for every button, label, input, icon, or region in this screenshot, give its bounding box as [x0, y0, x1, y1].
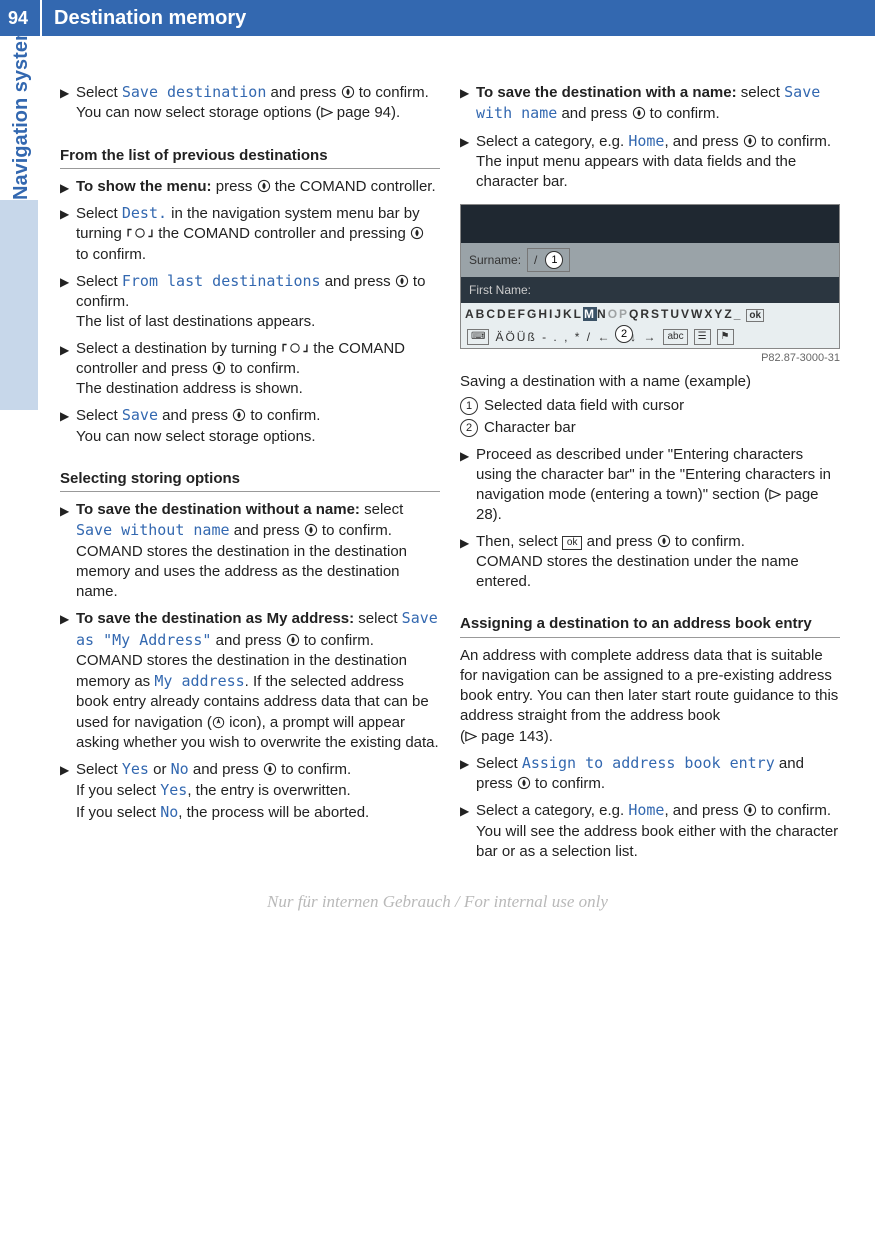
- step-select-destination: ▶ Select a destination by turning the CO…: [60, 339, 440, 400]
- menu-no: No: [171, 760, 189, 778]
- footer-watermark: Nur für internen Gebrauch / For internal…: [0, 892, 875, 922]
- step-marker-icon: ▶: [60, 203, 76, 265]
- field-firstname: First Name:: [461, 277, 839, 303]
- step-marker-icon: ▶: [460, 445, 476, 526]
- menu-save-without-name: Save without name: [76, 521, 230, 539]
- step-select-ok: ▶ Then, select ok and press to confirm. …: [460, 532, 840, 593]
- side-tab-label: Navigation system: [10, 23, 33, 200]
- page-ref-icon: [465, 731, 477, 742]
- left-column: ▶ Select Save destination and press to c…: [60, 76, 440, 862]
- address-book-intro: An address with complete address data th…: [460, 646, 840, 747]
- menu-save-destination: Save destination: [122, 83, 267, 101]
- step-marker-icon: ▶: [60, 405, 76, 447]
- heading-storing-options: Selecting storing options: [60, 469, 440, 492]
- menu-my-address: My address: [154, 672, 244, 690]
- callout-1-icon: 1: [545, 251, 563, 269]
- step-marker-icon: ▶: [460, 753, 476, 795]
- side-tab-bg: [0, 200, 38, 410]
- press-icon: [263, 762, 277, 776]
- step-marker-icon: ▶: [60, 608, 76, 753]
- step-yes-no: ▶ Select Yes or No and press to confirm.…: [60, 759, 440, 823]
- press-icon: [232, 408, 246, 422]
- right-column: ▶ To save the destination with a name: s…: [460, 76, 840, 862]
- page-header: 94 Destination memory: [0, 0, 875, 36]
- menu-save: Save: [122, 406, 158, 424]
- step-save-destination: ▶ Select Save destination and press to c…: [60, 82, 440, 124]
- press-icon: [632, 106, 646, 120]
- step-marker-icon: ▶: [460, 131, 476, 193]
- press-icon: [212, 361, 226, 375]
- screenshot-caption: Saving a destination with a name (exampl…: [460, 372, 840, 392]
- step-marker-icon: ▶: [60, 82, 76, 124]
- step-select-save: ▶ Select Save and press to confirm. You …: [60, 405, 440, 447]
- page-ref-icon: [321, 107, 333, 118]
- press-icon: [517, 776, 531, 790]
- heading-assign-address-book: Assigning a destination to an address bo…: [460, 614, 840, 637]
- nav-arrow-icon: [212, 716, 225, 729]
- step-proceed-entering: ▶ Proceed as described under "Entering c…: [460, 445, 840, 526]
- step-from-last: ▶ Select From last destinations and pres…: [60, 271, 440, 333]
- step-assign-entry: ▶ Select Assign to address book entry an…: [460, 753, 840, 795]
- step-select-category-2: ▶ Select a category, e.g. Home, and pres…: [460, 800, 840, 862]
- step-show-menu: ▶ To show the menu: press the COMAND con…: [60, 177, 440, 197]
- flag-icon: ⚑: [717, 329, 734, 345]
- press-icon: [743, 134, 757, 148]
- menu-home: Home: [628, 132, 664, 150]
- keyboard-icon: ⌨: [467, 329, 489, 345]
- press-icon: [286, 633, 300, 647]
- step-marker-icon: ▶: [460, 82, 476, 125]
- menu-yes: Yes: [122, 760, 149, 778]
- symbol-row: ⌨ ÄÖÜß - . , * / ← ↑ ↓ → abc ☰ ⚑ 2: [461, 326, 839, 348]
- step-marker-icon: ▶: [60, 339, 76, 400]
- step-marker-icon: ▶: [60, 177, 76, 197]
- step-select-category-1: ▶ Select a category, e.g. Home, and pres…: [460, 131, 840, 193]
- callout-2-icon: 2: [615, 325, 633, 343]
- comand-screenshot: Surname: / 1 First Name: ABCDEFGHIJKLMNO…: [460, 204, 840, 349]
- image-code: P82.87-3000-31: [460, 351, 840, 366]
- step-save-my-address: ▶ To save the destination as My address:…: [60, 608, 440, 753]
- step-marker-icon: ▶: [460, 532, 476, 593]
- press-icon: [257, 179, 271, 193]
- field-surname: Surname: / 1: [461, 243, 839, 277]
- press-icon: [341, 85, 355, 99]
- press-icon: [657, 534, 671, 548]
- menu-home: Home: [628, 801, 664, 819]
- menu-from-last: From last destinations: [122, 272, 321, 290]
- press-icon: [410, 226, 424, 240]
- press-icon: [304, 523, 318, 537]
- press-icon: [743, 803, 757, 817]
- step-marker-icon: ▶: [60, 759, 76, 823]
- list-icon: ☰: [694, 329, 711, 345]
- legend-item-1: 1Selected data field with cursor: [460, 396, 840, 416]
- header-divider: [40, 0, 42, 36]
- page-ref-icon: [769, 489, 781, 500]
- press-icon: [395, 274, 409, 288]
- legend-item-2: 2Character bar: [460, 418, 840, 438]
- turn-icon: [281, 341, 309, 355]
- step-marker-icon: ▶: [60, 271, 76, 333]
- step-marker-icon: ▶: [460, 800, 476, 862]
- step-select-dest: ▶ Select Dest. in the navigation system …: [60, 203, 440, 265]
- page-title: Destination memory: [54, 7, 246, 30]
- step-marker-icon: ▶: [60, 500, 76, 602]
- menu-dest: Dest.: [122, 204, 167, 222]
- step-save-with-name: ▶ To save the destination with a name: s…: [460, 82, 840, 125]
- character-bar: ABCDEFGHIJKLMNOPQRSTUVWXYZ_ok: [461, 303, 839, 326]
- step-save-without-name: ▶ To save the destination without a name…: [60, 500, 440, 602]
- menu-assign-address-book: Assign to address book entry: [522, 754, 775, 772]
- ok-icon: ok: [562, 536, 583, 550]
- turn-icon: [126, 226, 154, 240]
- heading-previous-destinations: From the list of previous destinations: [60, 146, 440, 169]
